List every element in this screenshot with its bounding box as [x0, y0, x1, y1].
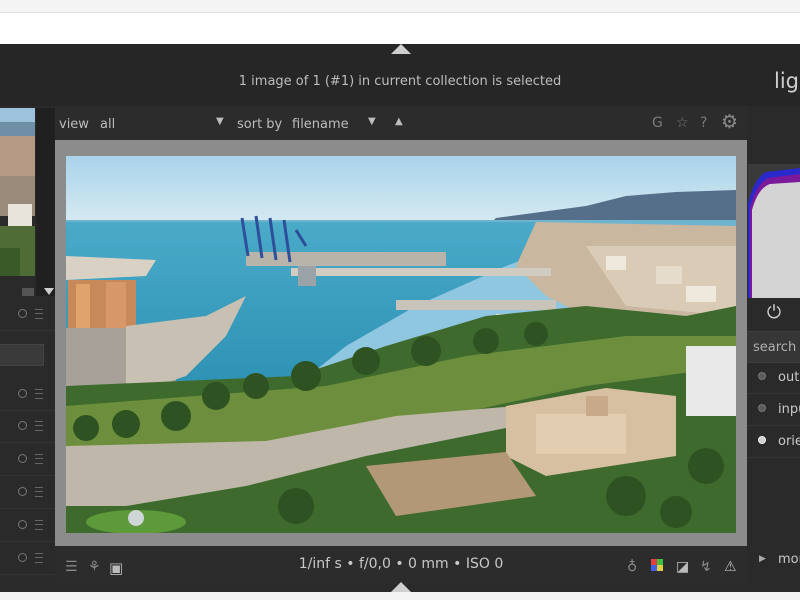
- left-module-row[interactable]: [0, 443, 55, 476]
- presets-icon[interactable]: ⚘: [88, 559, 101, 575]
- grouping-icon[interactable]: G: [652, 115, 663, 131]
- bulb-icon[interactable]: ♁: [627, 559, 637, 575]
- module-row-output[interactable]: outp: [747, 362, 800, 394]
- display-icon[interactable]: ▣: [109, 559, 123, 577]
- navigation-collapse-icon[interactable]: [44, 288, 54, 295]
- overexposed-icon[interactable]: ◪: [676, 559, 689, 575]
- left-module-row[interactable]: [0, 476, 55, 509]
- exif-info: 1/inf s • f/0,0 • 0 mm • ISO 0: [298, 556, 504, 572]
- menu-icon[interactable]: ☰: [65, 559, 78, 575]
- module-row-orientation[interactable]: orie: [747, 426, 800, 458]
- module-presets-icon[interactable]: [35, 553, 43, 563]
- top-panel-toggle-icon[interactable]: [391, 44, 411, 54]
- module-presets-icon[interactable]: [35, 389, 43, 399]
- bottom-bar: 1/inf s • f/0,0 • 0 mm • ISO 0 ☰ ⚘ ▣ ♁ ◪…: [55, 546, 747, 584]
- navigation-gutter: [36, 108, 55, 296]
- module-label: inpu: [778, 402, 800, 417]
- module-power-icon[interactable]: [18, 389, 27, 398]
- left-search-box[interactable]: [0, 344, 44, 366]
- module-label: orie: [778, 434, 800, 449]
- view-dropdown-chevron-icon[interactable]: ▼: [216, 116, 224, 127]
- module-presets-icon[interactable]: [35, 309, 43, 319]
- left-module-row[interactable]: [0, 509, 55, 542]
- module-label: outp: [778, 370, 800, 385]
- gamut-check-icon[interactable]: ⚠: [724, 559, 737, 575]
- module-power-icon[interactable]: [758, 372, 766, 380]
- left-module-row[interactable]: [0, 298, 55, 331]
- module-power-icon[interactable]: [18, 487, 27, 496]
- color-picker-icon[interactable]: [651, 559, 663, 575]
- help-icon[interactable]: ?: [700, 115, 707, 131]
- selection-status: 1 image of 1 (#1) in current collection …: [238, 74, 562, 89]
- top-border-strip: [0, 0, 800, 13]
- softproof-icon[interactable]: ↯: [700, 559, 712, 575]
- histogram[interactable]: [748, 164, 800, 298]
- bottom-panel-toggle-icon[interactable]: [391, 582, 411, 592]
- module-presets-icon[interactable]: [35, 421, 43, 431]
- sort-dropdown-chevron-icon[interactable]: ▼: [368, 116, 376, 127]
- module-power-icon[interactable]: [18, 553, 27, 562]
- module-presets-icon[interactable]: [35, 487, 43, 497]
- module-presets-icon[interactable]: [35, 454, 43, 464]
- sort-dropdown[interactable]: filename: [292, 117, 349, 132]
- search-modules-placeholder: search r: [753, 340, 800, 355]
- power-icon[interactable]: ⏻: [763, 302, 785, 324]
- bottom-border-strip: [0, 592, 800, 600]
- left-module-row[interactable]: [0, 410, 55, 443]
- main-image[interactable]: [66, 156, 736, 533]
- star-icon[interactable]: ☆: [676, 115, 689, 131]
- search-modules-input[interactable]: search r: [747, 331, 800, 363]
- view-label: view: [59, 117, 89, 132]
- module-title: ligh: [774, 69, 800, 93]
- module-row-input[interactable]: inpu: [747, 394, 800, 426]
- sort-order-icon[interactable]: ▲: [395, 116, 403, 127]
- module-power-icon[interactable]: [18, 309, 27, 318]
- expand-triangle-icon: ▶: [759, 554, 766, 564]
- navigation-thumbnail[interactable]: [0, 108, 35, 296]
- left-module-row[interactable]: [0, 378, 55, 411]
- module-power-icon[interactable]: [18, 454, 27, 463]
- module-power-icon[interactable]: [18, 421, 27, 430]
- sort-label: sort by: [237, 117, 283, 132]
- gear-icon[interactable]: ⚙: [721, 111, 738, 133]
- more-modules[interactable]: ▶ mor: [747, 552, 800, 574]
- module-power-icon[interactable]: [758, 404, 766, 412]
- left-module-row[interactable]: [0, 542, 55, 575]
- module-power-icon[interactable]: [18, 520, 27, 529]
- filter-bar: view all ▼ sort by filename ▼ ▲ G ☆ ? ⚙: [55, 106, 747, 140]
- module-power-icon-enabled[interactable]: [758, 436, 766, 444]
- module-presets-icon[interactable]: [35, 520, 43, 530]
- view-dropdown[interactable]: all: [100, 117, 115, 132]
- more-modules-label: mor: [778, 552, 800, 567]
